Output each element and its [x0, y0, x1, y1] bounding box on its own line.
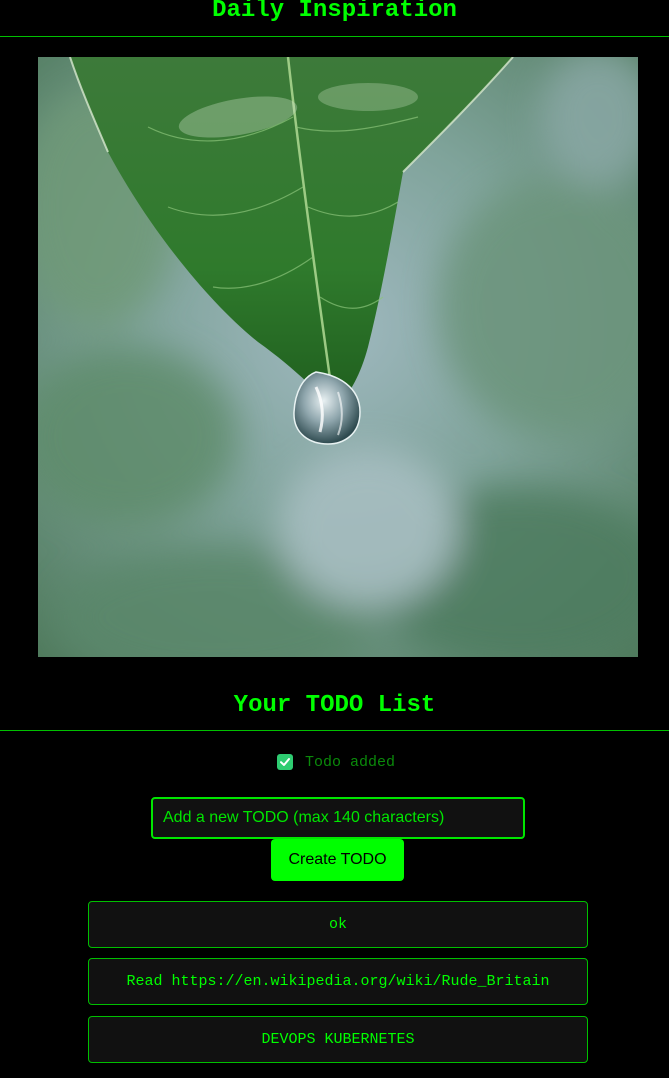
page: Daily Inspiration Your TODO List Todo ad…: [0, 0, 669, 1078]
status-text: Todo added: [305, 753, 396, 771]
page-title: Daily Inspiration: [212, 0, 457, 24]
todo-divider: [0, 730, 669, 731]
header-divider: [0, 36, 669, 37]
new-todo-input[interactable]: [151, 797, 525, 839]
inspiration-image: [38, 57, 638, 657]
todo-item[interactable]: DEVOPS KUBERNETES: [88, 1016, 588, 1063]
todo-item[interactable]: Read https://en.wikipedia.org/wiki/Rude_…: [88, 958, 588, 1005]
todo-list-title: Your TODO List: [233, 692, 436, 719]
todo-item[interactable]: ok: [88, 901, 588, 948]
status-message: Todo added: [277, 753, 395, 771]
create-todo-button[interactable]: Create TODO: [271, 839, 404, 881]
checkmark-icon: [277, 754, 293, 770]
